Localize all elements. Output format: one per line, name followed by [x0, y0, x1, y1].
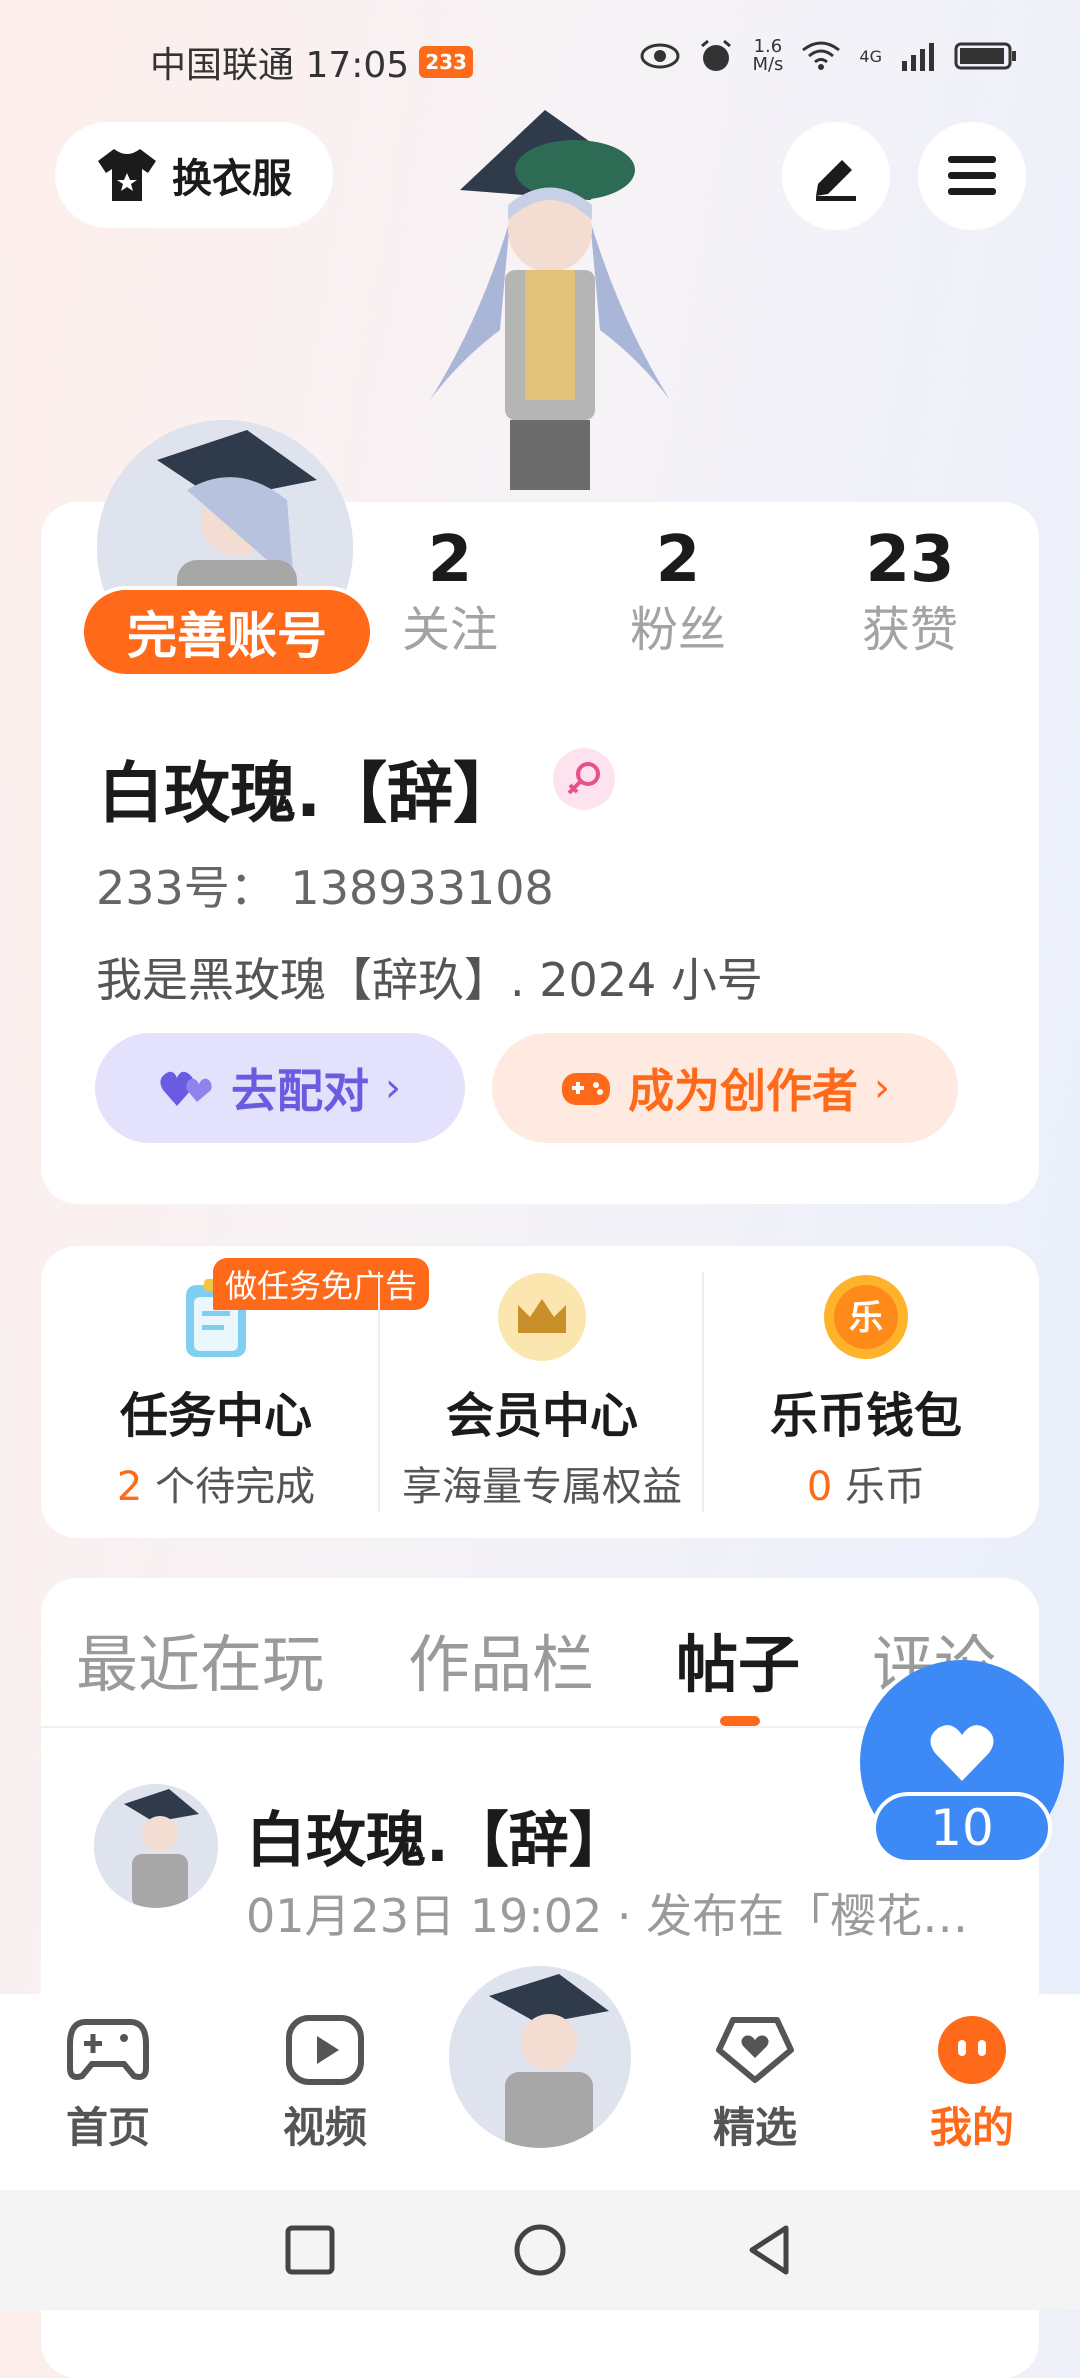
nav-center-avatar[interactable] — [445, 1962, 635, 2152]
stat-likes[interactable]: 23 获赞 — [810, 520, 1010, 660]
net-speed: 1.6 M/s — [752, 36, 784, 75]
tab-active-indicator — [720, 1716, 760, 1726]
heart-chat-icon — [716, 2017, 794, 2083]
wifi-icon — [802, 41, 841, 70]
avatar-character[interactable] — [400, 100, 690, 500]
tshirt-icon — [98, 149, 156, 201]
task-center-title: 任务中心 — [119, 1388, 312, 1444]
alarm-icon — [701, 39, 732, 71]
member-center-title: 会员中心 — [445, 1388, 638, 1444]
tab-recently-played[interactable]: 最近在玩 — [76, 1614, 324, 1704]
tab-posts[interactable]: 帖子 — [676, 1614, 800, 1704]
nav-video-label: 视频 — [282, 2103, 367, 2152]
gamepad-icon — [562, 1073, 610, 1105]
chevron-right-icon: › — [874, 1065, 890, 1111]
eye-icon — [640, 43, 680, 69]
coin-icon: 乐 — [824, 1275, 908, 1359]
nav-featured[interactable]: 精选 — [675, 2014, 835, 2155]
become-creator-button[interactable]: 成为创作者 › — [492, 1033, 958, 1143]
post-avatar-image — [94, 1784, 218, 1908]
coin-wallet-sub: 0 乐币 — [806, 1464, 926, 1510]
become-creator-label: 成为创作者 — [628, 1064, 858, 1118]
play-icon — [286, 2015, 364, 2085]
post-meta: 01月23日 19:02 · 发布在「樱花… — [246, 1889, 969, 1943]
change-outfit-label: 换衣服 — [172, 156, 292, 202]
female-icon — [553, 748, 615, 810]
app-badge: 233 — [419, 46, 473, 78]
stat-followers[interactable]: 2 粉丝 — [578, 520, 778, 660]
user-id: 233号： 138933108 — [96, 861, 554, 915]
post-author[interactable]: 白玫瑰.【辞】 — [246, 1792, 629, 1879]
nav-video[interactable]: 视频 — [245, 2014, 405, 2155]
battery-icon — [954, 42, 1016, 70]
center-avatar-image — [449, 1966, 631, 2148]
nav-home[interactable]: 首页 — [28, 2014, 188, 2155]
tab-works[interactable]: 作品栏 — [408, 1614, 594, 1704]
heart-icon — [930, 1725, 994, 1781]
edit-button[interactable] — [782, 122, 890, 230]
post-avatar[interactable] — [94, 1784, 218, 1908]
face-icon — [938, 2016, 1006, 2084]
stat-following[interactable]: 2 关注 — [350, 520, 550, 660]
pair-label: 去配对 — [231, 1064, 369, 1118]
menu-button[interactable] — [918, 122, 1026, 230]
svg-text:乐: 乐 — [849, 1298, 883, 1338]
complete-account-button[interactable]: 完善账号 — [80, 586, 374, 678]
nav-home-label: 首页 — [65, 2103, 150, 2152]
back-triangle-icon[interactable] — [740, 2220, 800, 2280]
network-type: 4G — [859, 46, 882, 66]
crown-icon — [498, 1273, 586, 1361]
member-center[interactable]: 会员中心 享海量专属权益 — [379, 1246, 705, 1538]
hamburger-icon — [948, 156, 996, 195]
bio: 我是黑玫瑰【辞玖】. 2024 小号 — [96, 953, 763, 1007]
recent-apps-icon[interactable] — [280, 2220, 340, 2280]
change-outfit-button[interactable]: 换衣服 — [55, 122, 333, 228]
pair-button[interactable]: 去配对 › — [95, 1033, 465, 1143]
chevron-right-icon: › — [385, 1065, 401, 1111]
pencil-icon — [816, 160, 856, 201]
member-center-sub: 享海量专属权益 — [402, 1464, 682, 1510]
status-right: 1.6 M/s 4G — [640, 38, 1018, 74]
nav-featured-label: 精选 — [712, 2103, 797, 2152]
home-circle-icon[interactable] — [510, 2220, 570, 2280]
coin-wallet-title: 乐币钱包 — [769, 1388, 962, 1444]
signal-icon — [902, 43, 934, 71]
username: 白玫瑰.【辞】 — [98, 755, 520, 832]
like-count: 10 — [872, 1792, 1052, 1864]
carrier-time: 中国联通 17:05 — [150, 45, 410, 86]
status-left: 中国联通 17:05 233 — [150, 36, 473, 88]
coin-wallet[interactable]: 乐 乐币钱包 0 乐币 — [703, 1246, 1029, 1538]
nav-me-label: 我的 — [929, 2103, 1014, 2152]
hearts-icon — [160, 1071, 212, 1106]
task-center-sub: 2 个待完成 — [116, 1464, 316, 1510]
nav-me[interactable]: 我的 — [892, 2014, 1052, 2155]
gamepad-icon — [67, 2019, 149, 2080]
